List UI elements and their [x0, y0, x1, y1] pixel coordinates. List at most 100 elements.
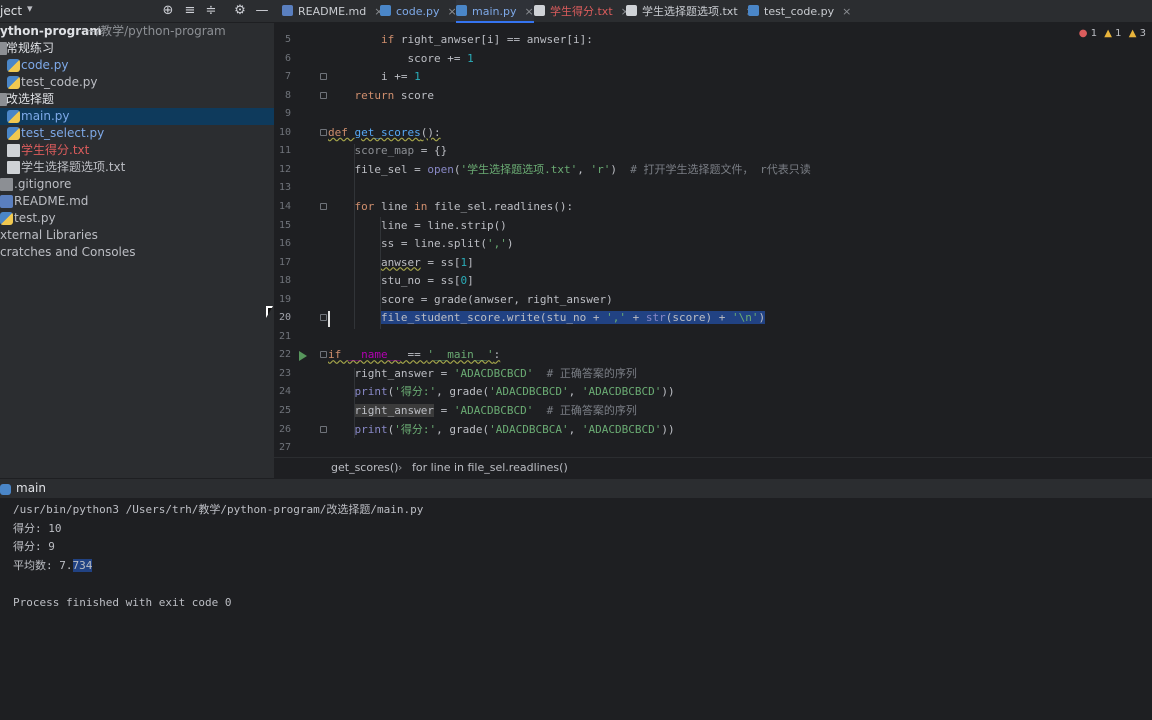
inspection-widget[interactable]: ● 1 ▲ 1 ▲ 3	[1079, 28, 1146, 39]
line-number[interactable]: 11	[274, 142, 291, 160]
code-line[interactable]: return score	[328, 87, 434, 105]
fold-marker-icon[interactable]	[320, 202, 327, 210]
code-line[interactable]: score_map = {}	[328, 142, 448, 160]
chevron-down-icon[interactable]: ▾	[27, 2, 33, 15]
code-editor[interactable]: 5 6 7 8 9 10 11 12 13 14 15 16 17 18 19 20 21 22 23 24 25 26 2…	[274, 23, 1152, 457]
line-number[interactable]: 6	[274, 50, 291, 68]
tree-item[interactable]: .gitignore	[0, 176, 274, 193]
tree-item-label: code.py	[21, 58, 69, 72]
line-number[interactable]: 16	[274, 235, 291, 253]
python-file-icon	[7, 59, 20, 72]
text-caret	[328, 311, 330, 327]
code-line[interactable]: line = line.strip()	[328, 217, 507, 235]
tree-item[interactable]: main.py	[0, 108, 274, 125]
tree-item[interactable]: code.py	[0, 57, 274, 74]
code-line[interactable]: i += 1	[328, 68, 421, 86]
line-number[interactable]: 18	[274, 272, 291, 290]
line-number[interactable]: 15	[274, 217, 291, 235]
line-number[interactable]: 7	[274, 68, 291, 86]
tab--txt[interactable]: 学生选择题选项.txt×	[626, 0, 755, 23]
line-number[interactable]: 27	[274, 439, 291, 457]
line-number[interactable]: 9	[274, 105, 291, 123]
tree-item[interactable]: test_select.py	[0, 125, 274, 142]
tree-root[interactable]: ython-program ~/教学/python-program	[0, 23, 274, 40]
project-panel-title[interactable]: ject	[0, 4, 22, 18]
line-number[interactable]: 5	[274, 31, 291, 49]
code-token: '学生选择题选项.txt'	[460, 162, 578, 176]
fold-marker-icon[interactable]	[320, 425, 327, 433]
line-number[interactable]: 17	[274, 254, 291, 272]
code-line[interactable]: if right_anwser[i] == anwser[i]:	[328, 31, 593, 49]
line-number[interactable]: 13	[274, 179, 291, 197]
tab-readme-md[interactable]: README.md ×	[282, 0, 383, 23]
tab-label: test_code.py	[764, 5, 835, 18]
code-line[interactable]: score += 1	[328, 50, 473, 68]
line-number[interactable]: 19	[274, 291, 291, 309]
code-line[interactable]: for line in file_sel.readlines():	[328, 198, 574, 216]
code-token: :	[493, 348, 501, 362]
line-number[interactable]: 23	[274, 365, 291, 383]
tab-main-py[interactable]: main.py ×	[456, 0, 534, 23]
line-number[interactable]: 24	[274, 383, 291, 401]
line-number[interactable]: 12	[274, 161, 291, 179]
tree-item[interactable]: test_code.py	[0, 74, 274, 91]
console-line: 得分: 10	[13, 521, 62, 535]
tab-test-code-py[interactable]: test_code.py ×	[748, 0, 851, 23]
code-token: 'r'	[590, 162, 611, 176]
line-number[interactable]: 14	[274, 198, 291, 216]
code-line[interactable]: ss = line.split(',')	[328, 235, 513, 253]
tree-item-label: test_select.py	[21, 126, 105, 140]
line-number[interactable]: 8	[274, 87, 291, 105]
tree-item[interactable]: xternal Libraries	[0, 227, 274, 244]
code-line[interactable]: right_answer = 'ADACDBCBCD' # 正确答案的序列	[328, 402, 637, 420]
fold-marker-icon[interactable]	[320, 91, 327, 99]
tab--txt[interactable]: 学生得分.txt×	[534, 0, 630, 23]
code-line[interactable]: print('得分:', grade('ADACDBCBCD', 'ADACDB…	[328, 383, 675, 401]
collapse-all-icon[interactable]: ≡	[182, 3, 198, 19]
code-line[interactable]: file_sel = open('学生选择题选项.txt', 'r') # 打开…	[328, 161, 810, 179]
line-number[interactable]: 26	[274, 421, 291, 439]
code-token: get_scores	[354, 125, 421, 139]
tree-item[interactable]: 改选择题	[0, 91, 274, 108]
code-token: in	[414, 199, 434, 213]
code-line[interactable]: score = grade(anwser, right_answer)	[328, 291, 613, 309]
code-line[interactable]: print('得分:', grade('ADACDBCBCA', 'ADACDB…	[328, 421, 675, 439]
close-icon[interactable]: ×	[842, 0, 851, 23]
editor-gutter[interactable]: 5 6 7 8 9 10 11 12 13 14 15 16 17 18 19 20 21 22 23 24 25 26 2…	[274, 23, 327, 457]
tree-item[interactable]: 学生选择题选项.txt	[0, 159, 274, 176]
fold-marker-icon[interactable]	[320, 73, 327, 81]
fold-marker-icon[interactable]	[320, 314, 327, 322]
expand-all-icon[interactable]: ≑	[203, 3, 219, 19]
line-number[interactable]: 10	[274, 124, 291, 142]
code-line[interactable]: stu_no = ss[0]	[328, 272, 474, 290]
code-line[interactable]: file_student_score.write(stu_no + ',' + …	[328, 309, 766, 327]
tree-item[interactable]: README.md	[0, 193, 274, 210]
line-number[interactable]: 22	[274, 346, 291, 364]
run-console[interactable]: /usr/bin/python3 /Users/trh/教学/python-pr…	[0, 499, 1152, 720]
tree-item-label: README.md	[14, 194, 89, 208]
tab-code-py[interactable]: code.py ×	[380, 0, 457, 23]
run-tab-main[interactable]: main	[16, 481, 46, 495]
code-line[interactable]: if __name__ == '__main__':	[328, 346, 500, 364]
code-line[interactable]: def get_scores():	[328, 124, 441, 142]
code-token: (score) +	[665, 311, 733, 325]
fold-marker-icon[interactable]	[320, 128, 327, 136]
tree-item[interactable]: 常规练习	[0, 40, 274, 57]
target-icon[interactable]: ⊕	[160, 3, 176, 19]
run-gutter-icon[interactable]	[299, 351, 307, 361]
line-number[interactable]: 25	[274, 402, 291, 420]
fold-marker-icon[interactable]	[320, 351, 327, 359]
line-number[interactable]: 20	[274, 309, 291, 327]
minimize-icon[interactable]: —	[254, 3, 270, 19]
tree-item[interactable]: test.py	[0, 210, 274, 227]
tree-item[interactable]: 学生得分.txt	[0, 142, 274, 159]
code-line[interactable]: anwser = ss[1]	[328, 254, 474, 272]
close-icon[interactable]: ×	[524, 0, 533, 23]
gear-icon[interactable]: ⚙	[232, 3, 248, 19]
breadcrumb-loop[interactable]: for line in file_sel.readlines()	[412, 458, 568, 478]
tree-item[interactable]: cratches and Consoles	[0, 244, 274, 261]
breadcrumb-function[interactable]: get_scores()	[331, 458, 398, 478]
markdown-file-icon	[0, 195, 13, 208]
line-number[interactable]: 21	[274, 328, 291, 346]
code-line[interactable]: right_answer = 'ADACDBCBCD' # 正确答案的序列	[328, 365, 636, 383]
